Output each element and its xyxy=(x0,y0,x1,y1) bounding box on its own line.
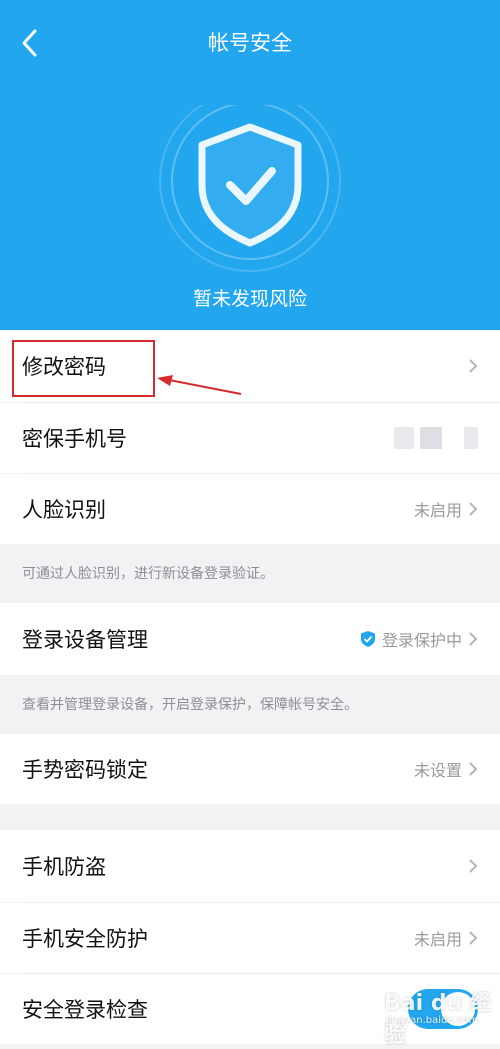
device-management-label: 登录设备管理 xyxy=(22,628,148,652)
anti-theft-label: 手机防盗 xyxy=(22,855,106,879)
shield-check-icon xyxy=(154,90,346,297)
chevron-right-icon xyxy=(469,502,478,516)
highlight-box xyxy=(12,340,155,397)
baidu-watermark: Bai du 经验 jingyan.baidu.com xyxy=(378,985,500,1048)
annotation-arrow-icon xyxy=(157,375,242,395)
login-check-label: 安全登录检查 xyxy=(22,998,148,1022)
face-id-row[interactable]: 人脸识别 未启用 xyxy=(0,474,500,544)
risk-status-text: 暂未发现风险 xyxy=(192,288,307,310)
device-management-row[interactable]: 登录设备管理 登录保护中 xyxy=(0,603,500,675)
shield-badge-icon xyxy=(360,631,375,647)
secure-phone-label: 密保手机号 xyxy=(22,427,127,451)
security-header: 帐号安全 暂未发现风险 xyxy=(0,0,500,330)
chevron-right-icon xyxy=(469,632,478,646)
face-id-label: 人脸识别 xyxy=(22,498,106,522)
phone-number-blurred xyxy=(388,427,478,449)
page-title: 帐号安全 xyxy=(208,31,292,55)
watermark-url: jingyan.baidu.com xyxy=(386,1015,479,1026)
chevron-right-icon xyxy=(469,762,478,776)
phone-protection-label: 手机安全防护 xyxy=(22,927,148,951)
phone-protection-status: 未启用 xyxy=(413,930,462,949)
gesture-lock-row[interactable]: 手势密码锁定 未设置 xyxy=(0,734,500,804)
device-protect-status: 登录保护中 xyxy=(381,631,462,650)
face-id-note: 可通过人脸识别，进行新设备登录验证。 xyxy=(22,566,274,582)
chevron-right-icon xyxy=(469,859,478,873)
face-id-status: 未启用 xyxy=(413,501,462,520)
chevron-right-icon xyxy=(469,931,478,945)
anti-theft-row[interactable]: 手机防盗 xyxy=(0,830,500,902)
device-management-note: 查看并管理登录设备，开启登录保护，保障帐号安全。 xyxy=(22,697,358,713)
chevron-right-icon xyxy=(469,359,478,373)
gesture-lock-label: 手势密码锁定 xyxy=(22,758,148,782)
secure-phone-row[interactable]: 密保手机号 xyxy=(0,403,500,473)
phone-protection-row[interactable]: 手机安全防护 未启用 xyxy=(0,903,500,973)
gesture-lock-status: 未设置 xyxy=(413,761,462,780)
